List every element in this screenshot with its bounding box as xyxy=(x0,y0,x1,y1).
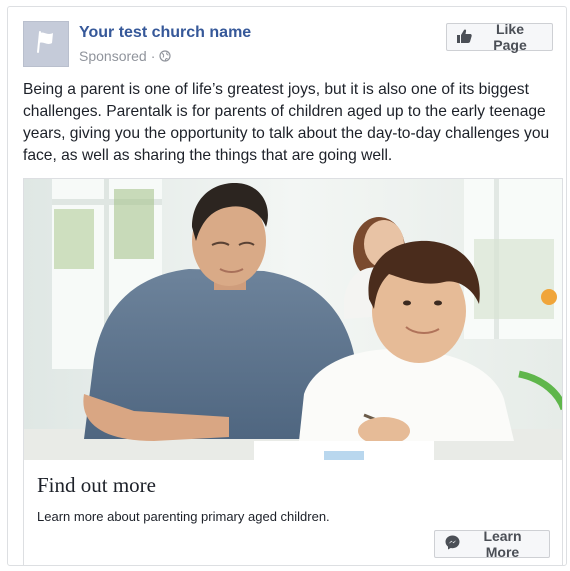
father-son-homework-photo xyxy=(24,179,562,460)
cta-headline[interactable]: Find out more xyxy=(37,473,156,498)
messenger-icon xyxy=(445,535,460,553)
post-meta: Sponsored · xyxy=(79,48,171,64)
learn-more-label: Learn More xyxy=(483,528,522,560)
like-page-label: Like Page xyxy=(493,21,527,53)
meta-separator: · xyxy=(150,48,156,64)
sponsored-label[interactable]: Sponsored xyxy=(79,48,147,64)
page-name-link[interactable]: Your test church name xyxy=(79,24,251,42)
sponsored-post-card: Your test church name Sponsored · Like P… xyxy=(7,6,567,566)
like-page-button[interactable]: Like Page xyxy=(446,21,553,53)
thumbs-up-icon xyxy=(457,29,472,46)
post-body-text: Being a parent is one of life’s greatest… xyxy=(23,81,550,164)
cta-description: Learn more about parenting primary aged … xyxy=(37,509,330,524)
globe-icon xyxy=(159,50,171,62)
post-header: Your test church name Sponsored · Like P… xyxy=(23,21,553,67)
page-avatar[interactable] xyxy=(23,21,69,67)
flag-icon xyxy=(33,29,59,60)
learn-more-button[interactable]: Learn More xyxy=(434,528,550,560)
post-image[interactable] xyxy=(23,178,563,460)
call-to-action-panel[interactable]: Find out more Learn more about parenting… xyxy=(23,460,563,566)
